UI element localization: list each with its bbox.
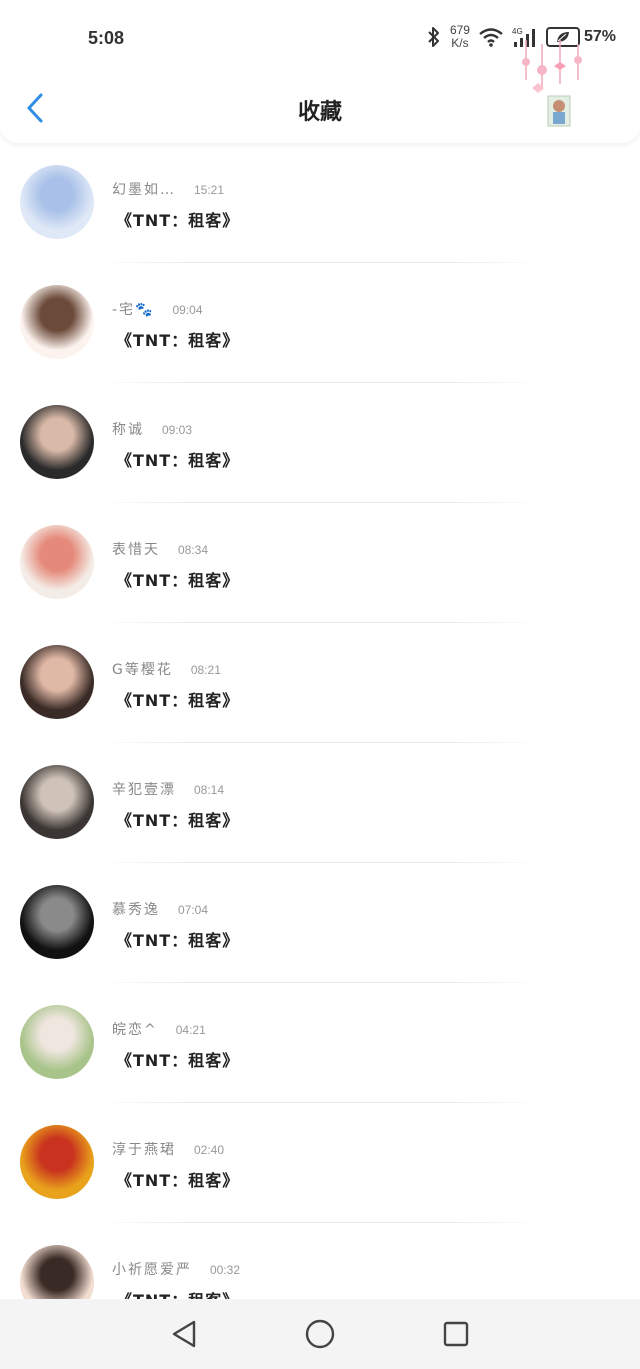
avatar[interactable] — [20, 765, 94, 839]
favorites-list: 幻墨如… 15:21 《TNT：租客》 -宅🐾 09:04 《TNT：租客》 称诚 09:03… — [0, 143, 640, 1299]
system-nav-bar — [0, 1299, 640, 1369]
timestamp: 07:04 — [178, 903, 209, 917]
net-speed: 679 K/s — [450, 24, 470, 50]
timestamp: 00:32 — [210, 1263, 241, 1277]
nickname: G等樱花 — [112, 662, 173, 678]
avatar[interactable] — [20, 1125, 94, 1199]
nickname: 表惜天 — [112, 542, 160, 558]
name-row: 表惜天 08:34 — [112, 539, 208, 559]
timestamp: 02:40 — [194, 1143, 225, 1157]
nav-home-button[interactable] — [297, 1311, 343, 1357]
name-row: 淳于燕珺 02:40 — [112, 1139, 224, 1159]
avatar[interactable] — [20, 405, 94, 479]
name-row: 慕秀逸 07:04 — [112, 899, 208, 919]
nickname: 辛犯壹漂 — [112, 782, 176, 798]
app-header: 5:08 679 K/s 4G 57% 收藏 — [0, 0, 640, 143]
name-row: 幻墨如… 15:21 — [112, 179, 224, 199]
nav-back-button[interactable] — [161, 1311, 207, 1357]
nav-recents-button[interactable] — [433, 1311, 479, 1357]
list-item[interactable]: 辛犯壹漂 08:14 《TNT：租客》 — [0, 743, 640, 863]
network-type-label: 4G — [512, 27, 523, 36]
list-item[interactable]: -宅🐾 09:04 《TNT：租客》 — [0, 263, 640, 383]
avatar[interactable] — [20, 1005, 94, 1079]
favorite-title: 《TNT：租客》 — [116, 691, 240, 710]
timestamp: 08:14 — [194, 783, 225, 797]
list-item[interactable]: 幻墨如… 15:21 《TNT：租客》 — [0, 143, 640, 263]
list-item[interactable]: G等樱花 08:21 《TNT：租客》 — [0, 623, 640, 743]
favorite-title: 《TNT：租客》 — [116, 1287, 239, 1299]
avatar[interactable] — [20, 885, 94, 959]
back-triangle-icon — [172, 1320, 196, 1348]
nickname: 皖恋^ — [112, 1022, 158, 1038]
list-item[interactable]: 小祈愿爱严 00:32 《TNT：租客》 — [0, 1223, 640, 1299]
name-row: 称诚 09:03 — [112, 419, 192, 439]
list-item[interactable]: 称诚 09:03 《TNT：租客》 — [0, 383, 640, 503]
name-row: G等樱花 08:21 — [112, 659, 221, 679]
nickname: 幻墨如… — [112, 182, 176, 198]
status-time: 5:08 — [88, 28, 125, 48]
list-item[interactable]: 皖恋^ 04:21 《TNT：租客》 — [0, 983, 640, 1103]
name-row: 小祈愿爱严 00:32 — [112, 1259, 240, 1279]
nickname: 称诚 — [112, 422, 144, 438]
avatar[interactable] — [20, 645, 94, 719]
nickname: -宅🐾 — [112, 302, 155, 318]
timestamp: 09:03 — [162, 423, 193, 437]
timestamp: 09:04 — [172, 303, 203, 317]
wifi-icon — [478, 26, 504, 48]
favorite-title: 《TNT：租客》 — [116, 331, 240, 350]
recents-square-icon — [443, 1321, 469, 1347]
nickname: 小祈愿爱严 — [112, 1262, 192, 1278]
favorite-title: 《TNT：租客》 — [116, 571, 240, 590]
avatar[interactable] — [20, 525, 94, 599]
avatar[interactable] — [20, 285, 94, 359]
favorite-title: 《TNT：租客》 — [116, 1171, 240, 1190]
nickname: 慕秀逸 — [112, 902, 160, 918]
favorite-title: 《TNT：租客》 — [116, 811, 240, 830]
name-row: -宅🐾 09:04 — [112, 299, 203, 319]
bluetooth-icon — [426, 26, 442, 48]
timestamp: 08:34 — [178, 543, 209, 557]
avatar[interactable] — [20, 1245, 94, 1299]
home-circle-icon — [305, 1319, 335, 1349]
timestamp: 04:21 — [175, 1023, 206, 1037]
favorite-title: 《TNT：租客》 — [116, 211, 240, 230]
favorite-title: 《TNT：租客》 — [116, 451, 240, 470]
page-title: 收藏 — [297, 100, 342, 125]
avatar[interactable] — [20, 165, 94, 239]
list-item[interactable]: 表惜天 08:34 《TNT：租客》 — [0, 503, 640, 623]
favorite-title: 《TNT：租客》 — [116, 1051, 240, 1070]
favorite-title: 《TNT：租客》 — [116, 931, 240, 950]
name-row: 皖恋^ 04:21 — [112, 1019, 206, 1039]
list-item[interactable]: 慕秀逸 07:04 《TNT：租客》 — [0, 863, 640, 983]
nickname: 淳于燕珺 — [112, 1142, 176, 1158]
timestamp: 08:21 — [190, 663, 221, 677]
timestamp: 15:21 — [194, 183, 225, 197]
net-speed-unit: K/s — [451, 36, 469, 50]
name-row: 辛犯壹漂 08:14 — [112, 779, 224, 799]
list-item[interactable]: 淳于燕珺 02:40 《TNT：租客》 — [0, 1103, 640, 1223]
